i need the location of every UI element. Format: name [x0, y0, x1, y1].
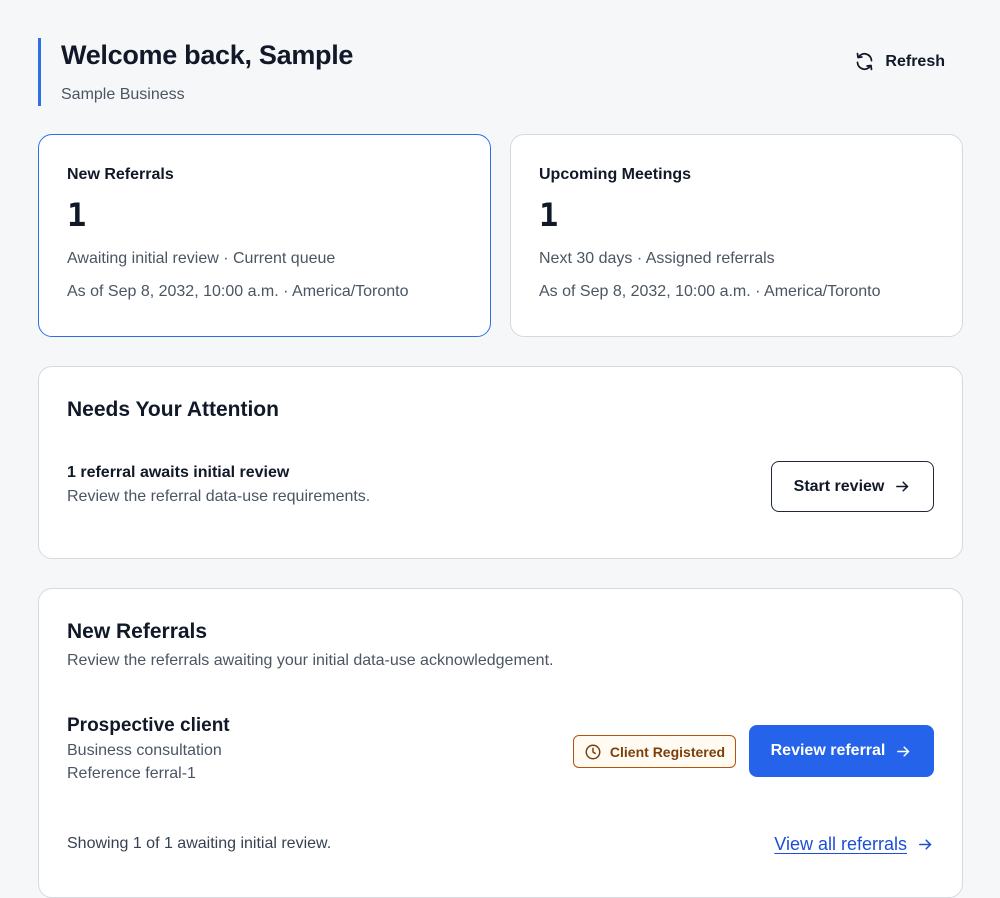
section-title: Needs Your Attention — [67, 398, 279, 421]
status-badge: Client Registered — [573, 735, 736, 768]
stat-value: 1 — [67, 196, 87, 234]
review-referral-label: Review referral — [770, 742, 886, 759]
stat-label: Upcoming Meetings — [539, 166, 692, 183]
section-title: New Referrals — [67, 620, 208, 643]
clock-icon — [585, 744, 601, 759]
stat-as-of: As of Sep 8, 2032, 10:00 a.m. · America/… — [67, 283, 409, 300]
referral-reference: Reference ferral-1 — [67, 765, 196, 782]
stat-meta: Awaiting initial review · Current queue — [67, 250, 336, 267]
upcoming-meetings-stat-card[interactable]: Upcoming Meetings 1 Next 30 days · Assig… — [510, 134, 963, 337]
view-all-label: View all referrals — [774, 834, 907, 854]
arrow-right-icon — [919, 838, 932, 850]
needs-attention-card: Needs Your Attention 1 referral awaits i… — [38, 366, 963, 559]
page-title: Welcome back, Sample — [61, 40, 354, 70]
arrow-right-icon — [897, 745, 910, 757]
dashboard-page: Welcome back, Sample Sample Business Ref… — [0, 0, 1000, 898]
start-review-button[interactable]: Start review — [771, 461, 934, 512]
stat-value: 1 — [539, 196, 559, 234]
review-referral-button[interactable]: Review referral — [749, 725, 934, 777]
refresh-button[interactable]: Refresh — [854, 51, 945, 72]
refresh-label: Refresh — [885, 52, 945, 70]
stat-meta: Next 30 days · Assigned referrals — [539, 250, 775, 267]
business-name: Sample Business — [61, 86, 185, 103]
referrals-footer: Showing 1 of 1 awaiting initial review. … — [67, 832, 934, 856]
stat-as-of: As of Sep 8, 2032, 10:00 a.m. · America/… — [539, 283, 881, 300]
referral-name: Prospective client — [67, 715, 230, 736]
stat-label: New Referrals — [67, 166, 174, 183]
new-referrals-card: New Referrals Review the referrals await… — [38, 588, 963, 898]
start-review-label: Start review — [793, 477, 885, 495]
refresh-icon — [857, 52, 873, 71]
arrow-right-icon — [896, 481, 909, 492]
referral-item: Prospective client Business consultation… — [67, 714, 230, 784]
section-description: Review the referrals awaiting your initi… — [67, 652, 554, 669]
new-referrals-stat-card[interactable]: New Referrals 1 Awaiting initial review … — [38, 134, 491, 337]
view-all-referrals-link[interactable]: View all referrals — [774, 832, 934, 856]
referral-type: Business consultation — [67, 742, 222, 759]
status-badge-label: Client Registered — [609, 743, 726, 760]
page-header: Welcome back, Sample Sample Business Ref… — [38, 38, 963, 106]
